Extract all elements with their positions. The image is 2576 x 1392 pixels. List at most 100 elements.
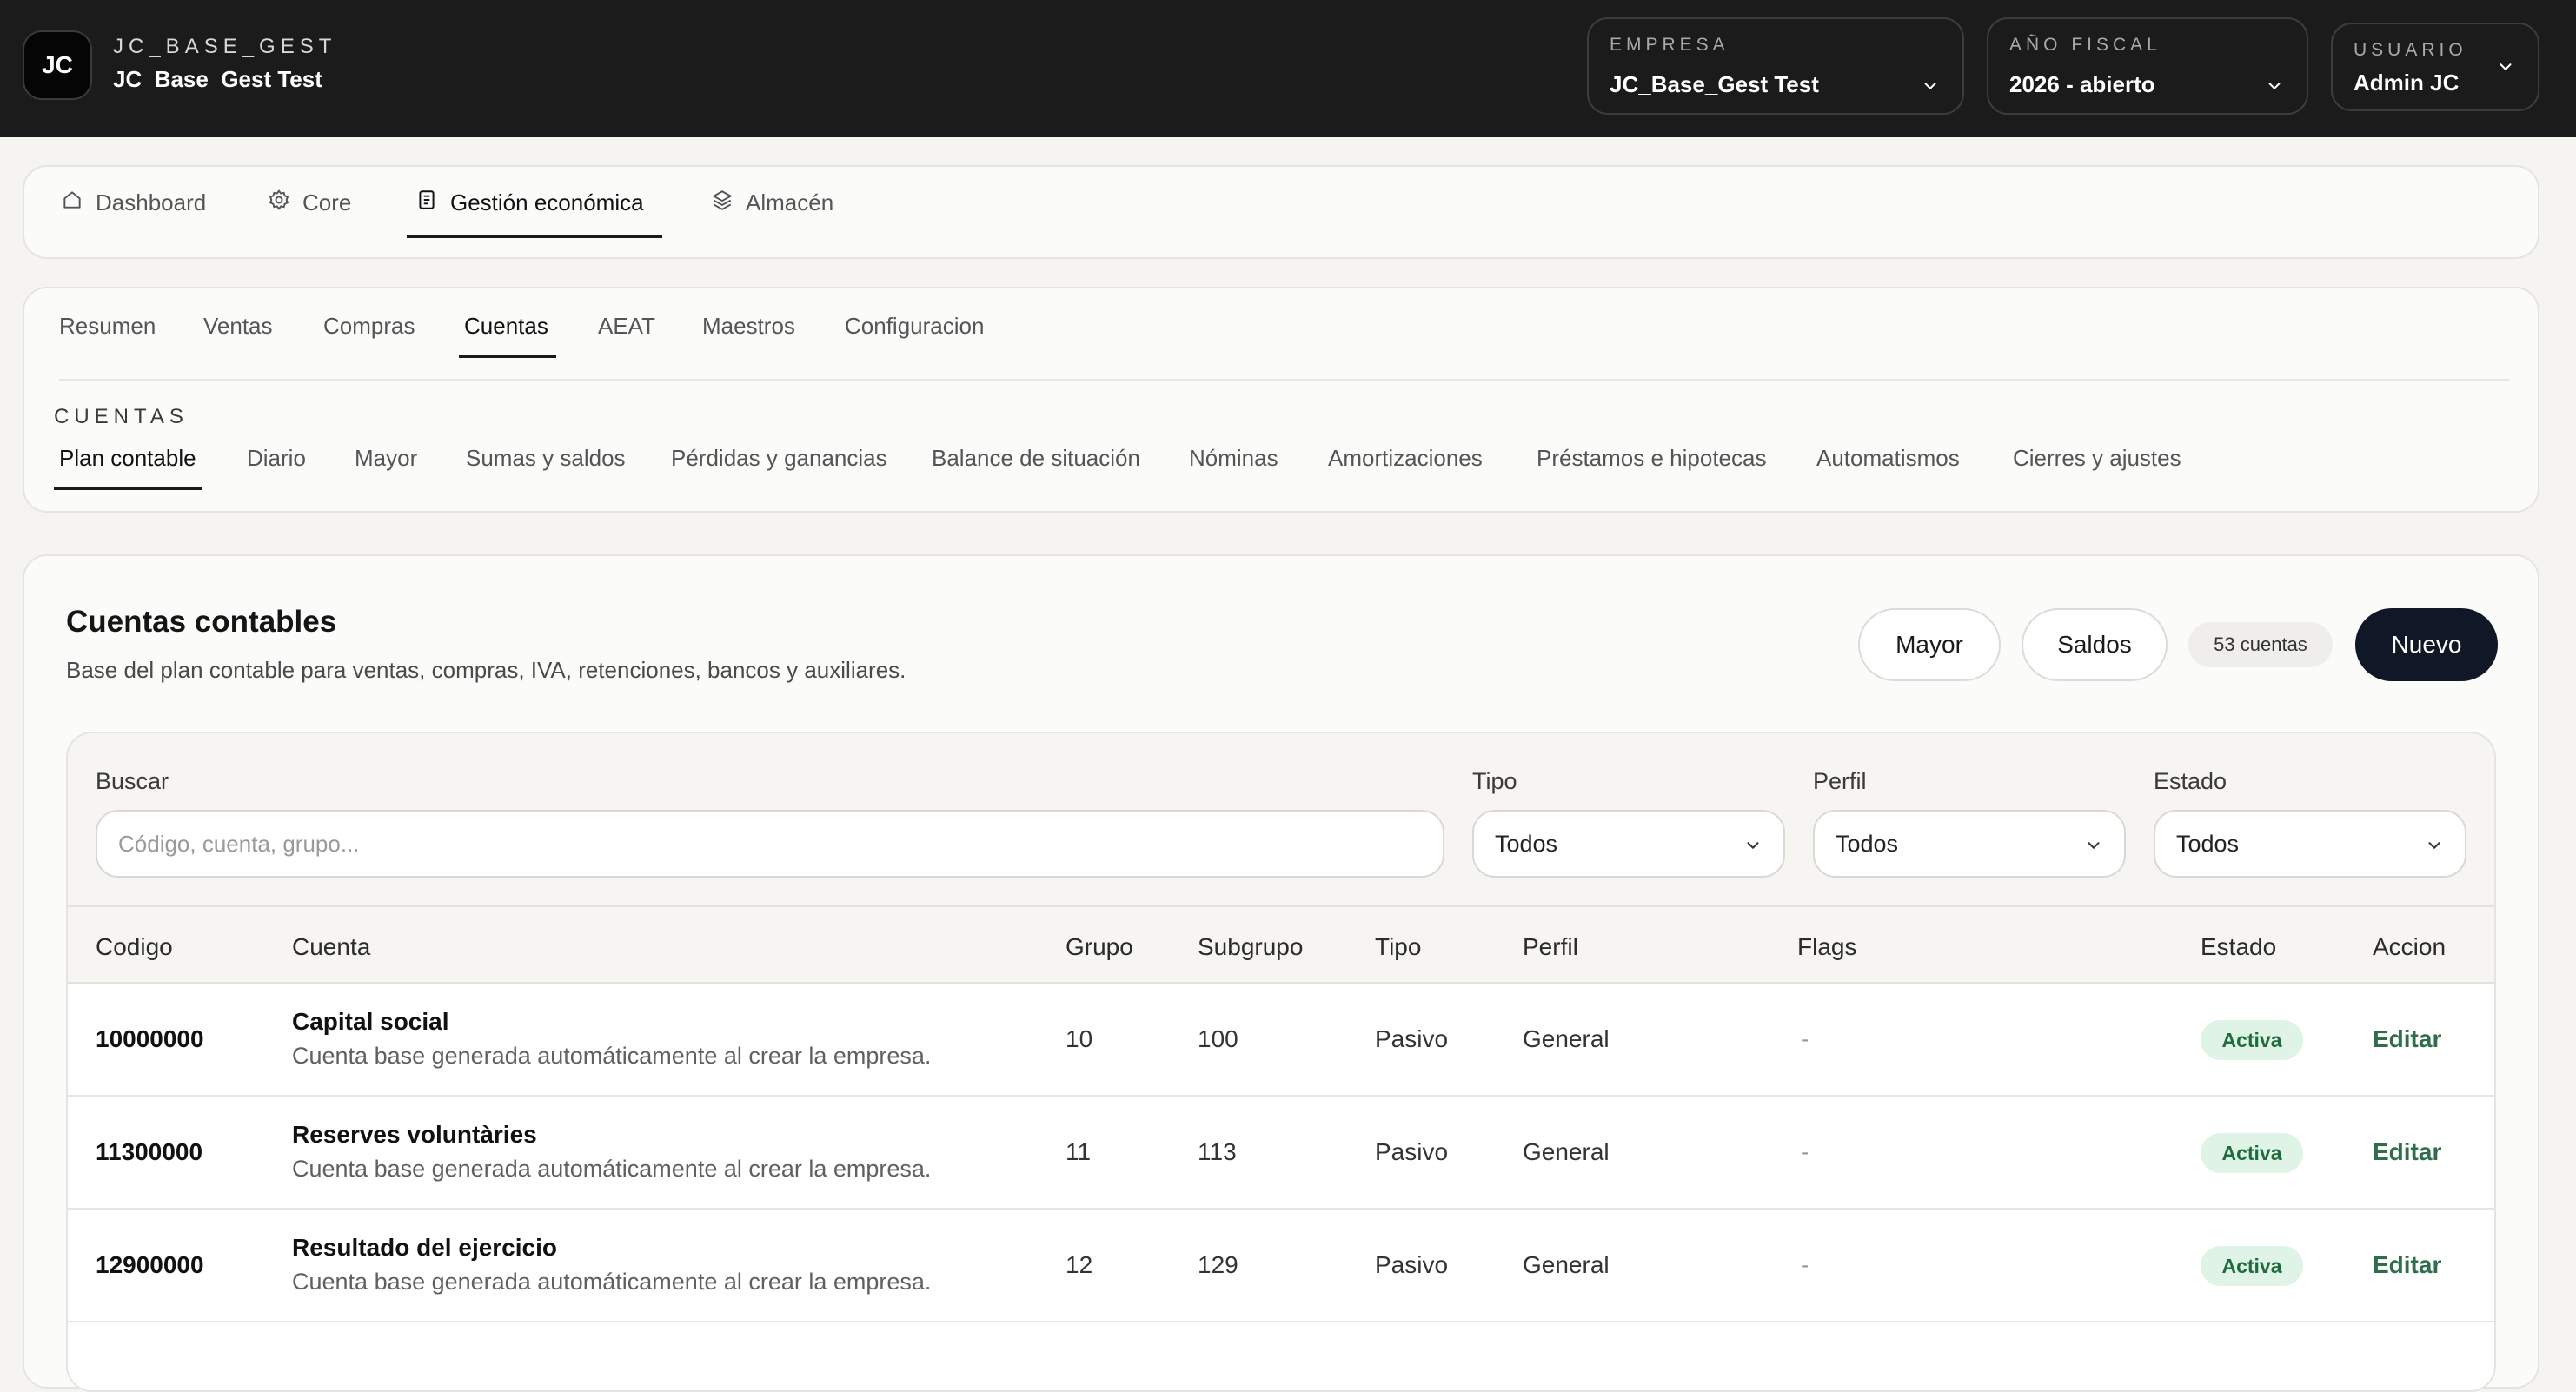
module-label: Core: [302, 189, 352, 215]
user-menu[interactable]: USUARIO Admin JC: [2331, 23, 2539, 111]
subtab-mayor[interactable]: Mayor: [355, 445, 417, 472]
subtab-plan-contable[interactable]: Plan contable: [59, 445, 196, 472]
account-flags: -: [1801, 1251, 1809, 1278]
chevron-down-icon: [2425, 836, 2444, 855]
divider: [59, 379, 2510, 381]
column-header[interactable]: Perfil: [1523, 933, 1578, 961]
search-input[interactable]: [96, 810, 1444, 878]
account-grupo: 11: [1066, 1138, 1092, 1165]
table-header: Codigo Cuenta Grupo Subgrupo Tipo Perfil…: [68, 905, 2494, 984]
tab-maestros[interactable]: Maestros: [702, 313, 795, 340]
status-badge: Activa: [2201, 1246, 2303, 1286]
account-description: Cuenta base generada automáticamente al …: [292, 1156, 932, 1182]
page-title: Cuentas contables: [66, 605, 337, 639]
estado-select[interactable]: Todos: [2154, 810, 2466, 878]
edit-link[interactable]: Editar: [2373, 1251, 2441, 1279]
gear-icon: [268, 189, 290, 217]
table-row[interactable]: [68, 1322, 2494, 1390]
chevron-down-icon: [2265, 76, 2284, 96]
module-core[interactable]: Core: [268, 167, 351, 238]
subtab-diario[interactable]: Diario: [247, 445, 306, 472]
section-kicker: CUENTAS: [54, 405, 189, 428]
table-row[interactable]: 12900000 Resultado del ejercicio Cuenta …: [68, 1210, 2494, 1322]
table-row[interactable]: 10000000 Capital social Cuenta base gene…: [68, 984, 2494, 1097]
active-subtab-indicator: [54, 487, 202, 490]
account-tipo: Pasivo: [1375, 1138, 1449, 1165]
saldos-button[interactable]: Saldos: [2022, 608, 2168, 681]
layers-icon: [711, 189, 734, 217]
column-header[interactable]: Tipo: [1375, 933, 1421, 961]
subtab-prestamos-hipotecas[interactable]: Préstamos e hipotecas: [1537, 445, 1766, 472]
module-gestion-economica[interactable]: Gestión económica: [415, 167, 644, 238]
module-dashboard[interactable]: Dashboard: [61, 167, 206, 238]
subtab-cierres-ajustes[interactable]: Cierres y ajustes: [2013, 445, 2181, 472]
account-description: Cuenta base generada automáticamente al …: [292, 1043, 932, 1069]
user-label: USUARIO: [2354, 40, 2467, 60]
account-subgrupo: 129: [1198, 1251, 1238, 1278]
tipo-select[interactable]: Todos: [1472, 810, 1785, 878]
column-header[interactable]: Grupo: [1066, 933, 1133, 961]
column-header[interactable]: Cuenta: [292, 933, 370, 961]
module-almacen[interactable]: Almacén: [711, 167, 833, 238]
module-label: Gestión económica: [450, 189, 644, 215]
estado-select-value: Todos: [2176, 830, 2240, 857]
column-header[interactable]: Codigo: [96, 933, 173, 961]
tab-compras[interactable]: Compras: [323, 313, 415, 340]
account-tipo: Pasivo: [1375, 1025, 1449, 1052]
account-flags: -: [1801, 1138, 1809, 1165]
account-flags: -: [1801, 1025, 1809, 1052]
subtab-perdidas-ganancias[interactable]: Pérdidas y ganancias: [671, 445, 887, 472]
document-icon: [415, 189, 438, 217]
table-row[interactable]: 11300000 Reserves voluntàries Cuenta bas…: [68, 1097, 2494, 1210]
subtab-nominas[interactable]: Nóminas: [1189, 445, 1278, 472]
subtab-amortizaciones[interactable]: Amortizaciones: [1328, 445, 1483, 472]
column-header[interactable]: Accion: [2373, 933, 2446, 961]
perfil-select[interactable]: Todos: [1813, 810, 2126, 878]
mayor-button[interactable]: Mayor: [1858, 608, 2001, 681]
account-code: 12900000: [96, 1251, 204, 1278]
account-description: Cuenta base generada automáticamente al …: [292, 1269, 932, 1295]
account-name: Resultado del ejercicio: [292, 1234, 557, 1261]
tab-ventas[interactable]: Ventas: [203, 313, 273, 340]
chevron-down-icon: [1743, 836, 1763, 855]
fiscal-year-value: 2026 - abierto: [2009, 71, 2155, 97]
account-grupo: 12: [1066, 1251, 1093, 1278]
tab-aeat[interactable]: AEAT: [598, 313, 655, 340]
brand-title: JC_Base_Gest Test: [113, 66, 322, 92]
tab-configuracion[interactable]: Configuracion: [845, 313, 984, 340]
subtab-balance-situacion[interactable]: Balance de situación: [932, 445, 1140, 472]
chevron-down-icon: [2496, 57, 2515, 76]
tipo-label: Tipo: [1472, 768, 1517, 794]
chevron-down-icon: [1921, 76, 1940, 96]
module-label: Dashboard: [96, 189, 207, 215]
edit-link[interactable]: Editar: [2373, 1025, 2441, 1053]
account-subgrupo: 100: [1198, 1025, 1238, 1052]
account-name: Capital social: [292, 1008, 449, 1035]
accounts-panel: Cuentas contables Base del plan contable…: [23, 554, 2539, 1392]
fiscal-year-selector[interactable]: AÑO FISCAL 2026 - abierto: [1987, 17, 2308, 115]
empresa-value: JC_Base_Gest Test: [1610, 71, 1819, 97]
empresa-selector[interactable]: EMPRESA JC_Base_Gest Test: [1587, 17, 1964, 115]
column-header[interactable]: Estado: [2201, 933, 2276, 961]
accounts-table-container: Buscar Tipo Todos Perfil Todos Estado To…: [66, 732, 2496, 1392]
active-module-indicator: [407, 235, 662, 238]
home-icon: [61, 189, 83, 217]
subtab-sumas-saldos[interactable]: Sumas y saldos: [466, 445, 626, 472]
top-header: JC JC_BASE_GEST JC_Base_Gest Test EMPRES…: [0, 0, 2576, 137]
column-header[interactable]: Flags: [1797, 933, 1856, 961]
edit-link[interactable]: Editar: [2373, 1138, 2441, 1166]
new-account-button[interactable]: Nuevo: [2355, 608, 2498, 681]
account-name: Reserves voluntàries: [292, 1121, 537, 1148]
account-subgrupo: 113: [1198, 1138, 1237, 1165]
tab-resumen[interactable]: Resumen: [59, 313, 156, 340]
account-code: 11300000: [96, 1138, 203, 1165]
perfil-label: Perfil: [1813, 768, 1867, 794]
tab-cuentas[interactable]: Cuentas: [464, 313, 548, 340]
column-header[interactable]: Subgrupo: [1198, 933, 1303, 961]
user-name: Admin JC: [2354, 70, 2460, 96]
module-label: Almacén: [746, 189, 834, 215]
search-label: Buscar: [96, 768, 169, 794]
subtab-automatismos[interactable]: Automatismos: [1816, 445, 1960, 472]
status-badge: Activa: [2201, 1020, 2303, 1060]
page-subtitle: Base del plan contable para ventas, comp…: [66, 657, 906, 683]
